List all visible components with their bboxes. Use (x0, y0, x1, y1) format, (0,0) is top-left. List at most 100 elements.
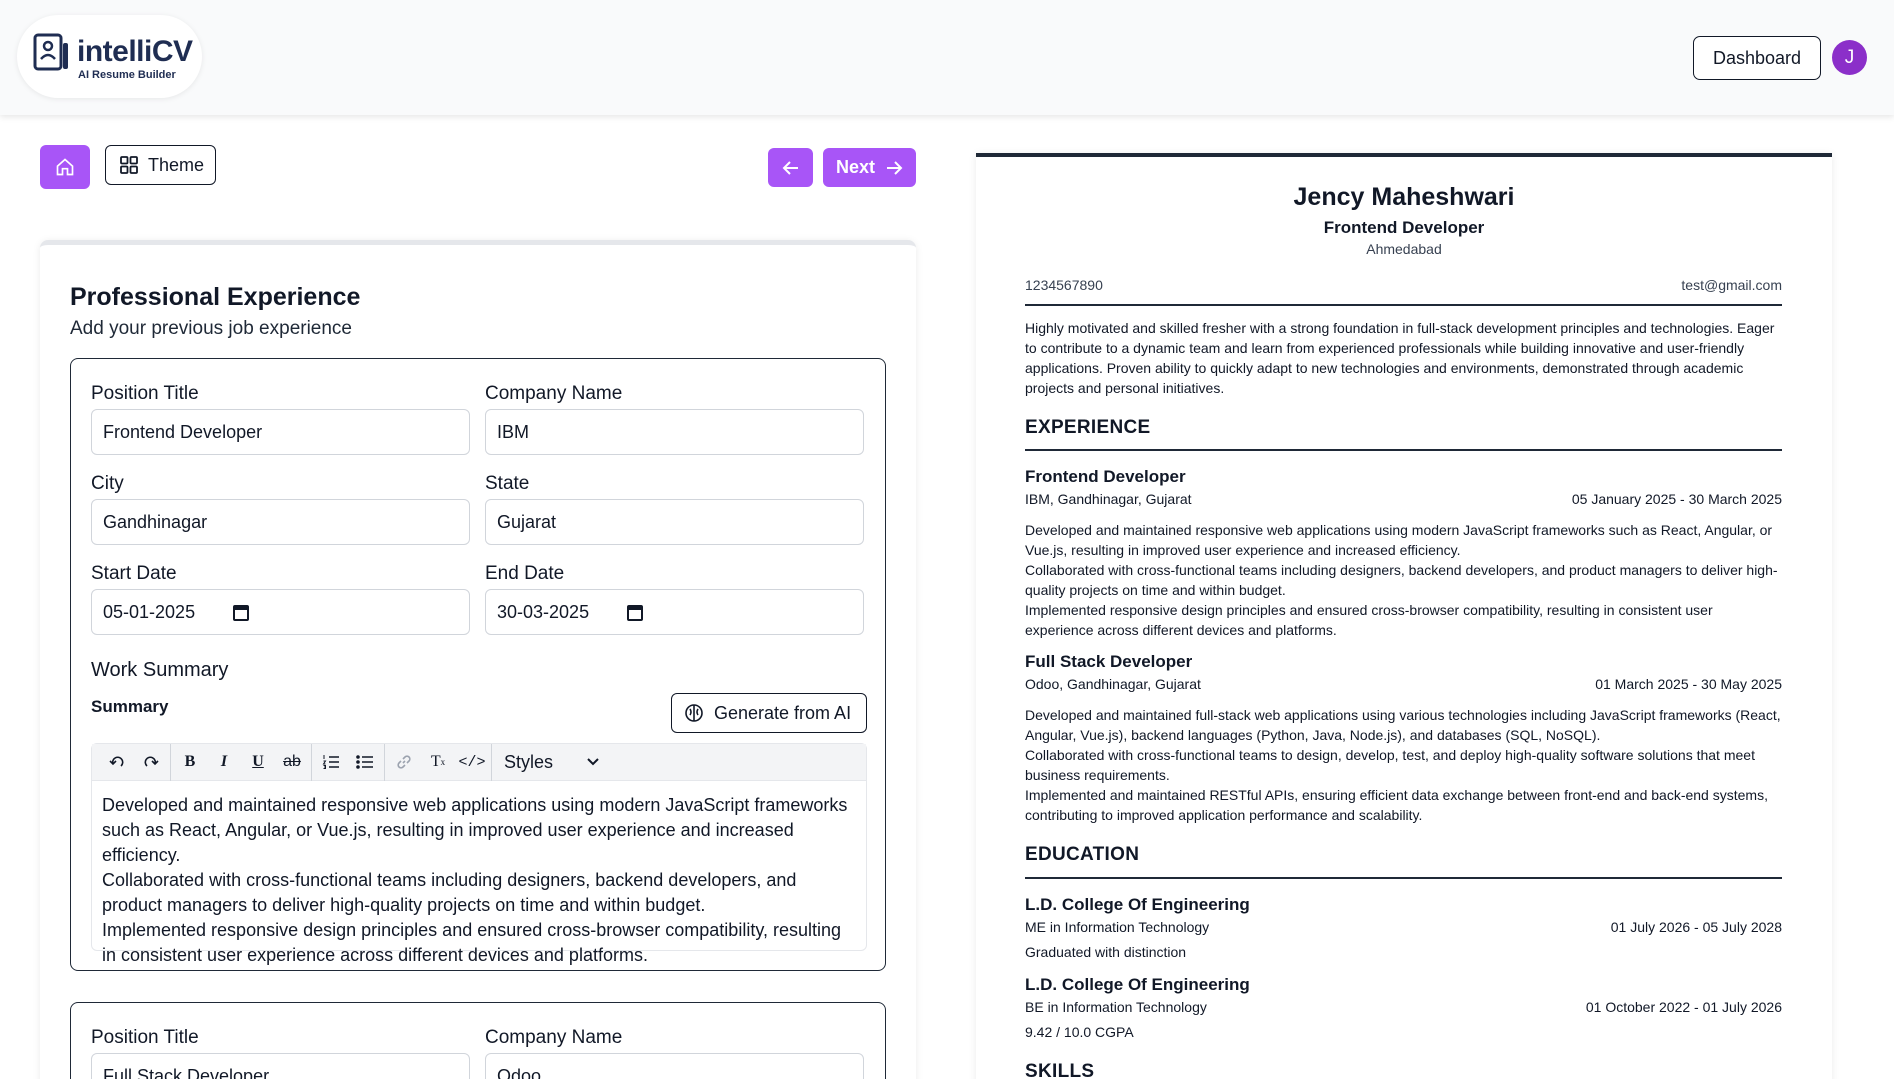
logo-name: intelliCV (77, 35, 193, 68)
resume-job-title: Frontend Developer (1025, 467, 1186, 486)
calendar-icon[interactable] (627, 605, 643, 621)
resume-degree: BE in Information Technology (1025, 999, 1207, 1015)
start-date-input[interactable]: 05-01-2025 (91, 589, 470, 635)
dashboard-button[interactable]: Dashboard (1693, 36, 1821, 80)
position-label: Position Title (91, 1027, 199, 1048)
resume-edu-note: 9.42 / 10.0 CGPA (1025, 1024, 1134, 1040)
summary-label: Summary (91, 697, 169, 716)
redo-icon[interactable] (134, 744, 168, 781)
next-label: Next (835, 157, 875, 177)
editor-toolbar: B I U ab Tx </> Styles (92, 743, 866, 781)
experience-entry: Position Title Frontend Developer Compan… (70, 358, 886, 971)
position-label: Position Title (91, 383, 199, 404)
home-button[interactable] (40, 145, 90, 189)
resume-city: Ahmedabad (1366, 241, 1442, 257)
summary-line: Collaborated with cross-functional teams… (102, 870, 797, 915)
start-date-value: 05-01-2025 (103, 601, 196, 622)
resume-edu-dates: 01 October 2022 - 01 July 2026 (1585, 999, 1782, 1015)
state-label: State (485, 473, 530, 494)
logo[interactable]: intelliCV AI Resume Builder (17, 15, 202, 98)
summary-editor-content[interactable]: Developed and maintained responsive web … (92, 781, 866, 980)
divider (1025, 449, 1782, 451)
start-date-label: Start Date (91, 563, 177, 584)
styles-dropdown[interactable]: Styles (494, 752, 599, 773)
resume-school: L.D. College Of Engineering (1025, 895, 1250, 914)
generate-from-ai-button[interactable]: Generate from AI (671, 693, 867, 733)
clear-format-icon[interactable]: Tx (421, 744, 455, 781)
logo-tagline: AI Resume Builder (78, 69, 176, 81)
underline-icon[interactable]: U (241, 744, 275, 781)
position-input[interactable]: Full Stack Developer (91, 1053, 470, 1079)
back-button[interactable] (768, 148, 813, 187)
resume-edu-dates: 01 July 2026 - 05 July 2028 (1610, 919, 1782, 935)
work-summary-heading: Work Summary (91, 659, 229, 681)
arrow-right-icon (887, 160, 903, 175)
divider (1025, 304, 1782, 306)
education-heading: EDUCATION (1025, 844, 1140, 865)
summary-editor[interactable]: B I U ab Tx </> Styles Developed and mai… (91, 743, 867, 965)
experience-heading: EXPERIENCE (1025, 417, 1151, 438)
resume-job-meta: Odoo, Gandhinagar, Gujarat (1025, 676, 1201, 692)
resume-phone: 1234567890 (1025, 277, 1103, 293)
company-input[interactable]: IBM (485, 409, 864, 455)
italic-icon[interactable]: I (207, 744, 241, 781)
state-input[interactable]: Gujarat (485, 499, 864, 545)
chevron-down-icon (587, 758, 599, 766)
resume-preview: Jency Maheshwari Frontend Developer Ahme… (976, 153, 1832, 1079)
generate-label: Generate from AI (714, 702, 852, 723)
toolbar-divider (311, 743, 312, 781)
strikethrough-icon[interactable]: ab (275, 744, 309, 781)
position-input[interactable]: Frontend Developer (91, 409, 470, 455)
end-date-label: End Date (485, 563, 565, 584)
resume-email: test@gmail.com (1681, 277, 1782, 293)
styles-label: Styles (504, 751, 554, 772)
resume-desc-line: Collaborated with cross-functional teams… (1025, 747, 1755, 783)
calendar-icon[interactable] (233, 605, 249, 621)
resume-document-icon (33, 33, 68, 71)
resume-desc-line: Implemented responsive design principles… (1025, 602, 1713, 638)
toolbar-divider (170, 743, 171, 781)
experience-form-card: Professional Experience Add your previou… (40, 240, 916, 1079)
theme-label: Theme (148, 154, 205, 175)
company-label: Company Name (485, 1027, 623, 1048)
resume-desc-line: Implemented and maintained RESTful APIs,… (1025, 787, 1768, 823)
form-subtitle: Add your previous job experience (70, 318, 353, 339)
city-label: City (91, 473, 124, 494)
link-icon[interactable] (387, 744, 421, 781)
bullet-list-icon[interactable] (348, 744, 382, 781)
form-title: Professional Experience (70, 283, 361, 311)
city-input[interactable]: Gandhinagar (91, 499, 470, 545)
resume-job-meta: IBM, Gandhinagar, Gujarat (1025, 491, 1192, 507)
toolbar-divider (384, 743, 385, 781)
company-input[interactable]: Odoo (485, 1053, 864, 1079)
resume-job-dates: 01 March 2025 - 30 May 2025 (1595, 676, 1782, 692)
resume-degree: ME in Information Technology (1025, 919, 1210, 935)
resume-desc-line: Developed and maintained full-stack web … (1025, 707, 1781, 743)
resume-desc-line: Developed and maintained responsive web … (1025, 522, 1773, 558)
user-avatar[interactable]: J (1832, 40, 1867, 75)
resume-job-dates: 05 January 2025 - 30 March 2025 (1571, 491, 1782, 507)
resume-edu-note: Graduated with distinction (1025, 944, 1187, 960)
resume-name: Jency Maheshwari (1293, 183, 1515, 211)
undo-icon[interactable] (100, 744, 134, 781)
resume-school: L.D. College Of Engineering (1025, 975, 1250, 994)
home-icon (56, 158, 74, 176)
bold-icon[interactable]: B (173, 744, 207, 781)
next-button[interactable]: Next (823, 148, 916, 187)
company-label: Company Name (485, 383, 623, 404)
numbered-list-icon[interactable] (314, 744, 348, 781)
resume-desc-line: Collaborated with cross-functional teams… (1025, 562, 1778, 598)
toolbar-divider (491, 743, 492, 781)
theme-button[interactable]: Theme (105, 145, 216, 185)
end-date-input[interactable]: 30-03-2025 (485, 589, 864, 635)
grid-icon (120, 156, 138, 174)
end-date-value: 30-03-2025 (497, 601, 590, 622)
resume-job-title: Full Stack Developer (1025, 652, 1193, 671)
resume-role: Frontend Developer (1323, 218, 1485, 237)
summary-line: Developed and maintained responsive web … (102, 795, 848, 865)
divider (1025, 877, 1782, 879)
top-header: intelliCV AI Resume Builder Dashboard J (0, 0, 1894, 115)
brain-icon (685, 704, 703, 722)
arrow-left-icon (782, 160, 798, 175)
code-icon[interactable]: </> (455, 744, 489, 781)
